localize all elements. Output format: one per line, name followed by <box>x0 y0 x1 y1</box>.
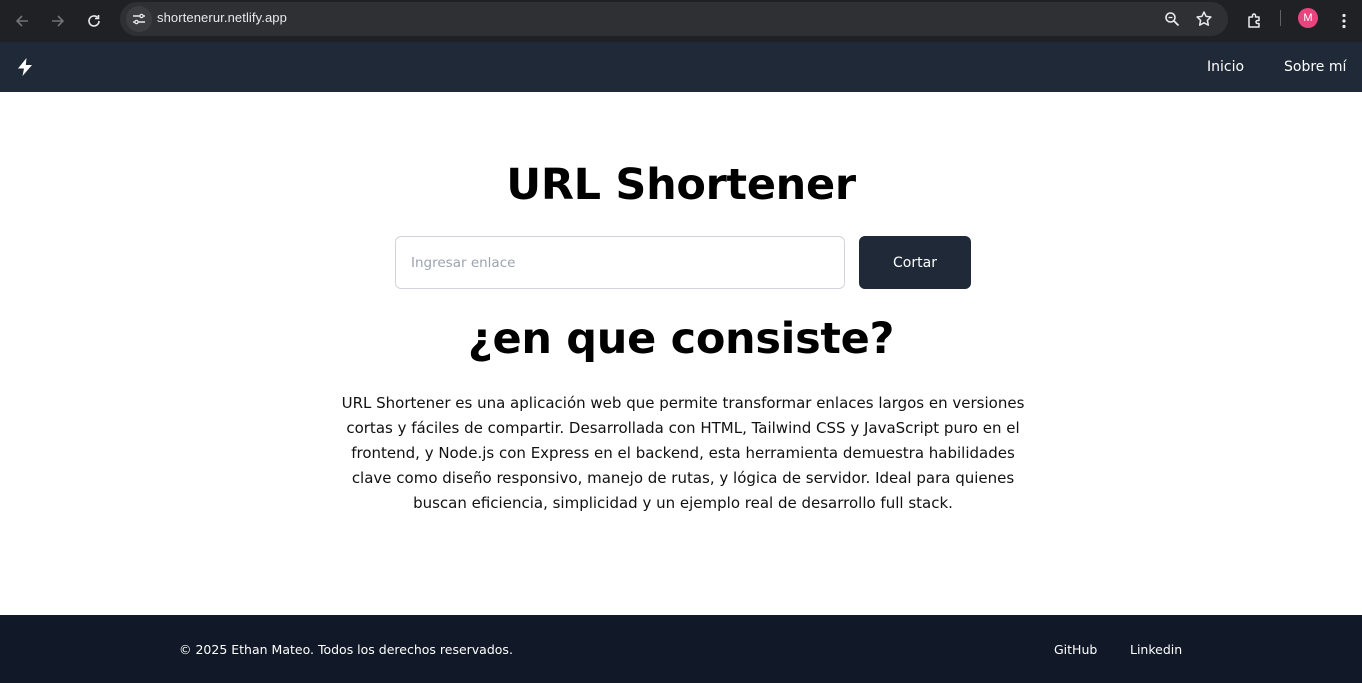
site-footer: © 2025 Ethan Mateo. Todos los derechos r… <box>0 615 1362 683</box>
cut-button[interactable]: Cortar <box>859 236 971 289</box>
address-bar[interactable]: shortenerur.netlify.app <box>120 2 1228 36</box>
extensions-icon[interactable] <box>1240 6 1270 36</box>
back-icon[interactable] <box>7 6 37 36</box>
footer-link-linkedin[interactable]: Linkedin <box>1130 642 1182 657</box>
reload-icon[interactable] <box>79 6 109 36</box>
forward-icon[interactable] <box>43 6 73 36</box>
lightning-bolt-icon[interactable] <box>14 56 36 78</box>
url-text[interactable]: shortenerur.netlify.app <box>157 10 287 25</box>
url-input[interactable] <box>395 236 845 289</box>
browser-toolbar: shortenerur.netlify.app M <box>0 0 1362 42</box>
zoom-icon[interactable] <box>1160 7 1184 31</box>
page-title: URL Shortener <box>506 160 856 210</box>
toolbar-separator <box>1280 10 1281 26</box>
description-text: URL Shortener es una aplicación web que … <box>341 394 1025 512</box>
site-info-icon[interactable] <box>126 6 152 32</box>
nav-link-sobre-mi[interactable]: Sobre mí <box>1284 59 1346 75</box>
site-header: Inicio Sobre mí <box>0 42 1362 92</box>
menu-dots-icon[interactable] <box>1329 6 1359 36</box>
nav-link-inicio[interactable]: Inicio <box>1207 59 1244 75</box>
footer-link-github[interactable]: GitHub <box>1054 642 1097 657</box>
copyright-text: © 2025 Ethan Mateo. Todos los derechos r… <box>179 642 513 657</box>
bookmark-star-icon[interactable] <box>1192 7 1216 31</box>
profile-avatar[interactable]: M <box>1298 8 1318 28</box>
section-heading: ¿en que consiste? <box>467 314 895 364</box>
